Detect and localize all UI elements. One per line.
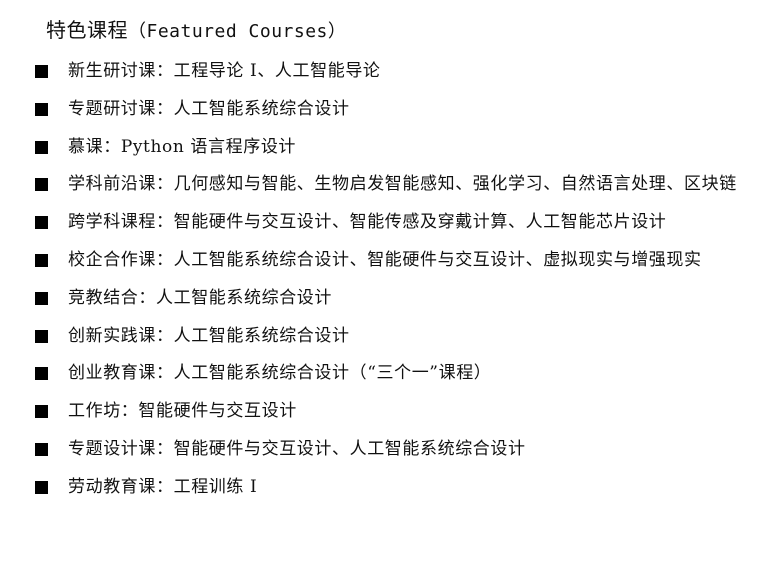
square-bullet-icon [35, 291, 48, 305]
course-content: 智能硬件与交互设计 [138, 401, 297, 422]
list-item: 新生研讨课：工程导论 I、人工智能导论 [0, 53, 777, 91]
course-content: 人工智能系统综合设计 [173, 98, 350, 119]
course-category: 学科前沿课： [68, 174, 174, 195]
list-item: 专题设计课：智能硬件与交互设计、人工智能系统综合设计 [0, 431, 777, 469]
course-category: 创新实践课： [68, 325, 174, 346]
square-bullet-icon [35, 178, 48, 192]
featured-courses-list: 新生研讨课：工程导论 I、人工智能导论 专题研讨课：人工智能系统综合设计 慕课：… [0, 53, 777, 507]
square-bullet-icon [35, 442, 48, 456]
course-category: 跨学科课程： [68, 212, 174, 233]
course-category: 慕课： [68, 136, 121, 157]
course-category: 竞教结合： [68, 287, 156, 308]
square-bullet-icon [35, 216, 48, 230]
course-content: 智能硬件与交互设计、智能传感及穿戴计算、人工智能芯片设计 [173, 212, 667, 233]
section-title: 特色课程（Featured Courses） [46, 16, 346, 46]
list-item: 劳动教育课：工程训练 I [0, 469, 777, 507]
square-bullet-icon [35, 329, 48, 343]
course-category: 新生研讨课： [68, 61, 174, 81]
list-item: 跨学科课程：智能硬件与交互设计、智能传感及穿戴计算、人工智能芯片设计 [0, 204, 777, 242]
square-bullet-icon [35, 102, 48, 116]
course-content: 工程导论 I、人工智能导论 [173, 61, 381, 81]
section-title-en: （Featured Courses） [128, 21, 347, 42]
course-category: 专题研讨课： [68, 98, 174, 119]
list-item: 竞教结合：人工智能系统综合设计 [0, 280, 777, 318]
list-item: 慕课：Python 语言程序设计 [0, 129, 777, 167]
course-content: 智能硬件与交互设计、人工智能系统综合设计 [173, 438, 526, 459]
square-bullet-icon [35, 367, 48, 381]
list-item: 创新实践课：人工智能系统综合设计 [0, 318, 777, 356]
document-page: 特色课程（Featured Courses） 新生研讨课：工程导论 I、人工智能… [0, 0, 777, 580]
square-bullet-icon [35, 140, 48, 154]
list-item: 创业教育课：人工智能系统综合设计（“三个一”课程） [0, 355, 777, 393]
course-content: 人工智能系统综合设计、智能硬件与交互设计、虚拟现实与增强现实 [173, 249, 702, 270]
course-category: 专题设计课： [68, 438, 174, 459]
course-content: 几何感知与智能、生物启发智能感知、强化学习、自然语言处理、区块链 [173, 174, 737, 195]
course-category: 创业教育课： [68, 363, 174, 384]
course-content: Python 语言程序设计 [120, 136, 297, 157]
course-content: 人工智能系统综合设计（“三个一”课程） [173, 363, 492, 384]
square-bullet-icon [35, 480, 48, 494]
list-item: 校企合作课：人工智能系统综合设计、智能硬件与交互设计、虚拟现实与增强现实 [0, 242, 777, 280]
course-category: 劳动教育课： [68, 476, 174, 497]
course-content: 工程训练 I [173, 476, 258, 497]
section-title-zh: 特色课程 [46, 18, 128, 42]
course-category: 工作坊： [68, 401, 139, 422]
list-item: 专题研讨课：人工智能系统综合设计 [0, 91, 777, 129]
course-content: 人工智能系统综合设计 [173, 325, 350, 346]
square-bullet-icon [35, 405, 48, 419]
square-bullet-icon [35, 253, 48, 267]
course-category: 校企合作课： [68, 249, 174, 270]
list-item: 工作坊：智能硬件与交互设计 [0, 393, 777, 431]
square-bullet-icon [35, 65, 48, 78]
list-item: 学科前沿课：几何感知与智能、生物启发智能感知、强化学习、自然语言处理、区块链 [0, 166, 777, 204]
course-content: 人工智能系统综合设计 [156, 287, 332, 308]
